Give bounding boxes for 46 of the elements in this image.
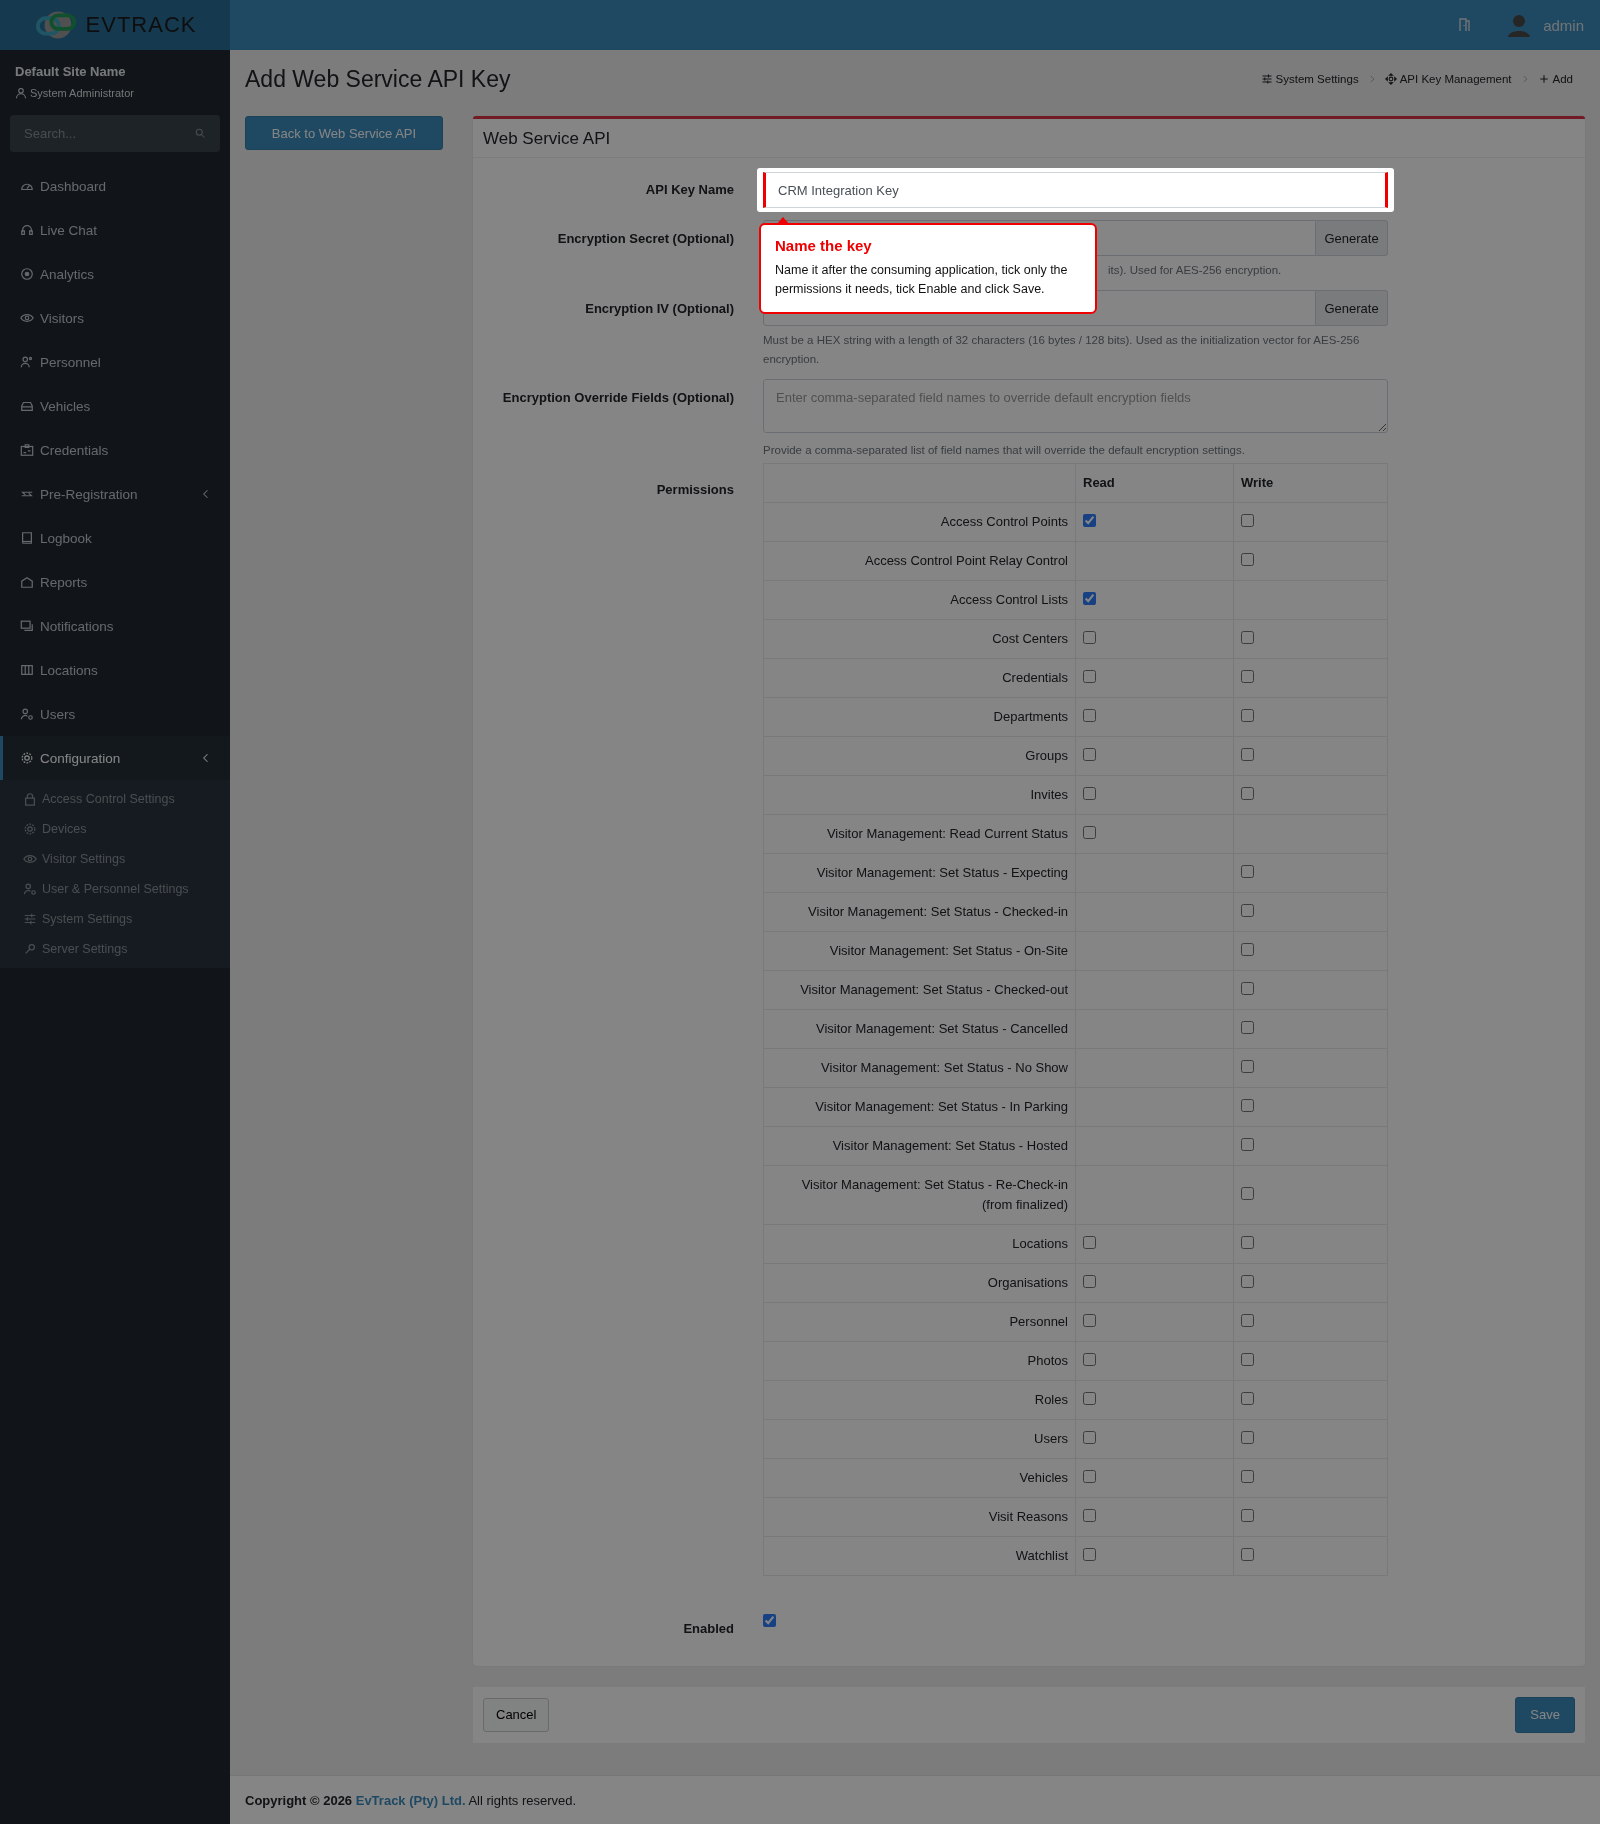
field-label: Encryption Secret (Optional) bbox=[556, 230, 734, 248]
card-title: Web Service API bbox=[473, 119, 1585, 158]
field-label: API Key Name bbox=[644, 181, 734, 199]
permission-name: Groups bbox=[763, 736, 1076, 776]
permission-name: Access Control Lists bbox=[763, 580, 1076, 620]
help-text: Provide a comma-separated list of field names that will override the default encryption settings. bbox=[763, 444, 1245, 457]
copyright-text: Copyright © 2026 EvTrack (Pty) Ltd. All rights reserved. bbox=[245, 1793, 577, 1809]
field-label: Encryption Override Fields (Optional) bbox=[501, 389, 734, 408]
page-title: Add Web Service API Key bbox=[245, 65, 511, 93]
field-label: Encryption IV (Optional) bbox=[584, 300, 734, 319]
field-label: Permissions bbox=[655, 480, 734, 499]
permission-name: Credentials bbox=[763, 658, 1076, 698]
permission-name: Visitor Management: Set Status - Checked-in bbox=[763, 892, 1076, 932]
permission-name: Visit Reasons bbox=[763, 1497, 1076, 1537]
permission-name: Users bbox=[763, 1419, 1076, 1459]
column-header: Write bbox=[1233, 463, 1388, 503]
tooltip-title: Name the key bbox=[775, 237, 873, 254]
permission-name: Invites bbox=[763, 775, 1076, 815]
site-name: Default Site Name bbox=[15, 64, 127, 79]
permission-name: Visitor Management: Set Status - Cancelled bbox=[763, 1009, 1076, 1049]
permission-name: Visitor Management: Read Current Status bbox=[763, 814, 1076, 854]
tooltip-text: Name it after the consuming application, tick only the permissions it needs, tick Enable and click Save. bbox=[775, 262, 1069, 299]
permission-name: Visitor Management: Set Status - Expecting bbox=[763, 853, 1076, 893]
column-header: Read bbox=[1075, 463, 1234, 503]
logo-text: EVTRACK bbox=[85, 12, 197, 38]
field-label: Enabled bbox=[682, 1619, 734, 1636]
permission-name: Visitor Management: Set Status - Hosted bbox=[763, 1126, 1076, 1166]
permission-name: Photos bbox=[763, 1341, 1076, 1381]
permission-name: Roles bbox=[763, 1380, 1076, 1420]
permission-name: Access Control Point Relay Control bbox=[763, 541, 1076, 581]
permission-name: Locations bbox=[763, 1224, 1076, 1264]
role-text: System Administrator bbox=[30, 87, 134, 99]
permission-name: Access Control Points bbox=[763, 502, 1076, 542]
permission-name: Visitor Management: Set Status - In Parking bbox=[763, 1087, 1076, 1127]
permission-name: Vehicles bbox=[763, 1458, 1076, 1498]
help-text: Must be a HEX string with a length of 32 characters (16 bytes / 128 bits). Used as the initialization vector for AES-256 encryption. bbox=[763, 334, 1360, 365]
permission-name: Organisations bbox=[763, 1263, 1076, 1303]
help-text: its). Used for AES-256 encryption. bbox=[1108, 264, 1282, 276]
permission-name: Visitor Management: Set Status - On-Site bbox=[763, 931, 1076, 971]
permission-name: Visitor Management: Set Status - No Show bbox=[763, 1048, 1076, 1088]
permission-name: Visitor Management: Set Status - Checked-out bbox=[763, 970, 1076, 1010]
permission-name: Departments bbox=[763, 697, 1076, 737]
permission-name: Visitor Management: Set Status - Re-Check-in (from finalized) bbox=[763, 1165, 1076, 1225]
permission-name: Personnel bbox=[763, 1302, 1076, 1342]
permission-name: Watchlist bbox=[763, 1536, 1076, 1576]
permission-name: Cost Centers bbox=[763, 619, 1076, 659]
